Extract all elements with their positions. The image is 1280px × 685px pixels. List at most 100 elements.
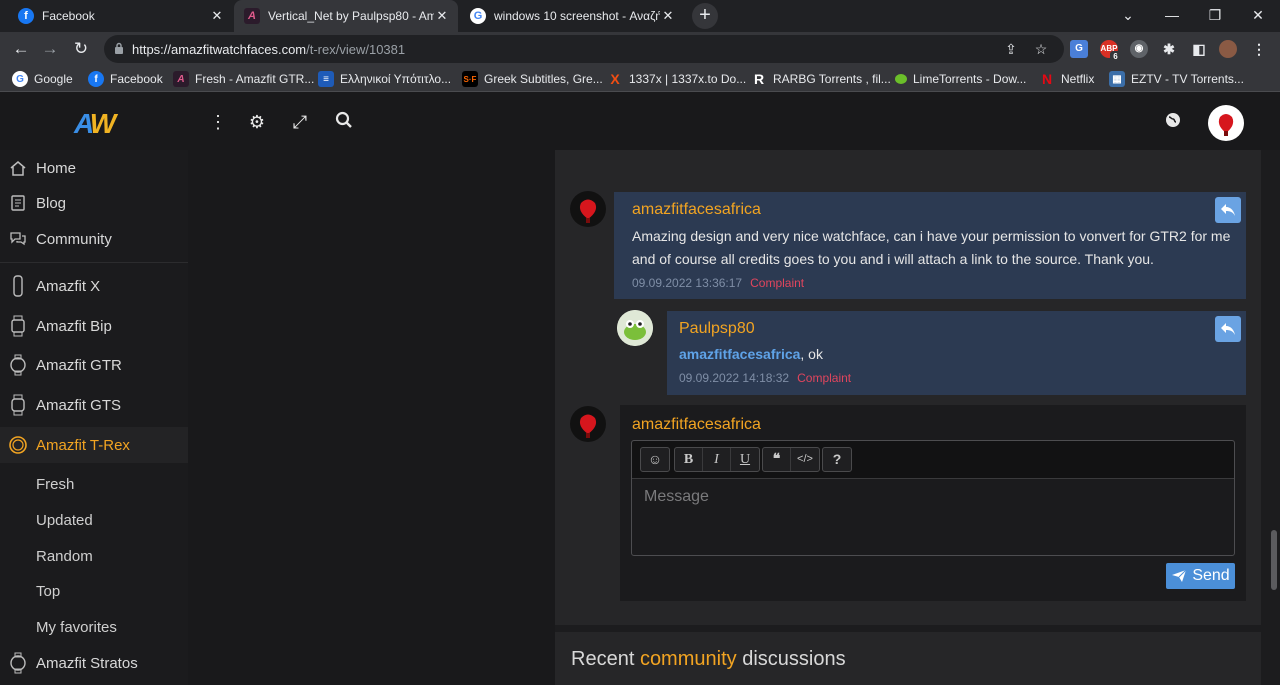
sidebar-subitem-top[interactable]: Top: [36, 583, 60, 600]
user-avatar[interactable]: [1208, 105, 1244, 141]
italic-icon[interactable]: I: [703, 448, 731, 471]
sidebar-item-home[interactable]: Home: [0, 150, 188, 186]
sidebar-item-amazfit-gts[interactable]: Amazfit GTS: [0, 387, 188, 423]
close-tab-icon[interactable]: ✕: [660, 8, 676, 24]
translate-extension-icon[interactable]: G: [1070, 40, 1088, 58]
sidebar-item-amazfit-stratos[interactable]: Amazfit Stratos: [0, 645, 188, 681]
code-icon[interactable]: </>: [791, 448, 819, 471]
new-tab-button[interactable]: +: [692, 3, 718, 29]
mention-link[interactable]: amazfitfacesafrica: [679, 346, 800, 362]
bold-icon[interactable]: B: [675, 448, 703, 471]
comment-meta: 09.09.2022 14:18:32 Complaint: [679, 371, 851, 385]
chrome-menu-icon[interactable]: ⋮: [1250, 40, 1268, 58]
bookmark-label: RARBG Torrents , fil...: [773, 72, 891, 86]
send-button[interactable]: Send: [1166, 563, 1235, 589]
tab-vertical-net[interactable]: A Vertical_Net by Paulpsp80 - Ama: ✕: [234, 0, 458, 32]
bookmark-label: 1337x | 1337x.to Do...: [629, 72, 747, 86]
sidebar-item-amazfit-t-rex[interactable]: Amazfit T-Rex: [0, 427, 188, 463]
bookmark-greek-subtitles[interactable]: ≡ Ελληνικοί Υπότιτλο...: [318, 70, 451, 88]
comment-author[interactable]: amazfitfacesafrica: [632, 201, 761, 219]
globe-icon[interactable]: [1162, 111, 1184, 133]
close-tab-icon[interactable]: ✕: [209, 8, 225, 24]
reply-button[interactable]: [1215, 197, 1241, 223]
more-vertical-icon[interactable]: ⋮: [207, 111, 229, 133]
sidebar-divider: [0, 262, 188, 263]
scroll-thumb[interactable]: [1271, 530, 1277, 590]
bookmark-netflix[interactable]: N Netflix: [1039, 70, 1094, 88]
site-logo[interactable]: AW: [74, 108, 116, 140]
address-bar[interactable]: https://amazfitwatchfaces.com/t-rex/view…: [104, 35, 1064, 63]
side-panel-icon[interactable]: ◧: [1190, 40, 1208, 58]
empty-column: [188, 150, 555, 685]
close-tab-icon[interactable]: ✕: [434, 8, 450, 24]
sidebar-item-amazfit-bip[interactable]: Amazfit Bip: [0, 308, 188, 344]
greek-flag-icon: ≡: [318, 71, 334, 87]
facebook-icon: f: [18, 8, 34, 24]
search-icon[interactable]: [333, 111, 355, 133]
tab-title: windows 10 screenshot - Αναζήτ: [494, 9, 660, 23]
sidebar-item-label: Amazfit Stratos: [36, 654, 138, 672]
tab-facebook[interactable]: f Facebook ✕: [8, 0, 233, 32]
sidebar-subitem-my-favorites[interactable]: My favorites: [36, 619, 117, 636]
sidebar-item-label: Amazfit T-Rex: [36, 436, 130, 454]
rarbg-icon: R: [753, 71, 765, 87]
back-icon[interactable]: ←: [8, 36, 34, 62]
quote-icon[interactable]: ❝: [763, 448, 791, 471]
share-icon[interactable]: ⇪: [1002, 40, 1020, 58]
sidebar-subitem-updated[interactable]: Updated: [36, 512, 93, 529]
bookmark-limetorrents[interactable]: LimeTorrents - Dow...: [895, 70, 1026, 88]
reload-icon[interactable]: ↻: [68, 36, 94, 62]
profile-avatar[interactable]: [1219, 40, 1237, 58]
bookmark-star-icon[interactable]: ☆: [1032, 40, 1050, 58]
editor-group-emoji: ☺: [640, 447, 670, 472]
bookmark-1337x[interactable]: X 1337x | 1337x.to Do...: [607, 70, 746, 88]
robot-extension-icon[interactable]: ◉: [1130, 40, 1148, 58]
bookmark-facebook[interactable]: f Facebook: [88, 70, 163, 88]
sidebar-item-amazfit-x[interactable]: Amazfit X: [0, 268, 188, 304]
fullscreen-icon[interactable]: ⤢: [289, 111, 311, 133]
recent-title-suffix: discussions: [736, 648, 846, 670]
comment-avatar[interactable]: [570, 191, 606, 227]
curved-watch-icon: [8, 275, 28, 297]
bookmark-label: EZTV - TV Torrents...: [1131, 72, 1244, 86]
current-user-avatar: [570, 406, 606, 442]
bookmarks-bar: G Google f Facebook A Fresh - Amazfit GTR..…: [0, 66, 1280, 92]
forward-icon[interactable]: →: [37, 36, 63, 62]
close-window-icon[interactable]: ✕: [1236, 0, 1280, 32]
sidebar-item-blog[interactable]: Blog: [0, 185, 188, 221]
sidebar-item-amazfit-gtr[interactable]: Amazfit GTR: [0, 347, 188, 383]
message-input[interactable]: [632, 480, 1234, 555]
bookmark-greek-subtitles-2[interactable]: S·F Greek Subtitles, Gre...: [462, 70, 603, 88]
tab-windows-screenshot[interactable]: G windows 10 screenshot - Αναζήτ ✕: [460, 0, 684, 32]
help-icon[interactable]: ?: [823, 448, 851, 471]
comment-author[interactable]: Paulpsp80: [679, 320, 755, 338]
sidebar-subitem-fresh[interactable]: Fresh: [36, 476, 74, 493]
underline-icon[interactable]: U: [731, 448, 759, 471]
sidebar-subitem-random[interactable]: Random: [36, 548, 93, 565]
complaint-link[interactable]: Complaint: [750, 276, 804, 290]
bookmark-rarbg[interactable]: R RARBG Torrents , fil...: [751, 70, 891, 88]
complaint-link[interactable]: Complaint: [797, 371, 851, 385]
minimize-icon[interactable]: —: [1150, 0, 1194, 32]
bookmark-label: Facebook: [110, 72, 163, 86]
emoji-icon[interactable]: ☺: [641, 448, 669, 471]
eztv-icon: ▦: [1109, 71, 1125, 87]
recent-title-prefix: Recent: [571, 648, 640, 670]
comment-avatar[interactable]: [617, 310, 653, 346]
tab-search-icon[interactable]: ⌄: [1106, 0, 1150, 32]
bookmark-google[interactable]: G Google: [12, 70, 73, 88]
page-scrollbar[interactable]: [1268, 150, 1280, 685]
restore-icon[interactable]: ❐: [1193, 0, 1237, 32]
bookmark-fresh-amazfit[interactable]: A Fresh - Amazfit GTR...: [173, 70, 314, 88]
gear-icon[interactable]: ⚙: [246, 111, 268, 133]
bookmark-eztv[interactable]: ▦ EZTV - TV Torrents...: [1109, 70, 1244, 88]
comment-text: Amazing design and very nice watchface, …: [632, 228, 1231, 267]
comment-text: amazfitfacesafrica, ok: [679, 343, 1219, 366]
bookmark-label: Greek Subtitles, Gre...: [484, 72, 603, 86]
netflix-icon: N: [1041, 71, 1053, 87]
sidebar-item-label: Blog: [36, 194, 67, 212]
reply-button[interactable]: [1215, 316, 1241, 342]
editor-group-format: B I U: [674, 447, 760, 472]
extensions-puzzle-icon[interactable]: ✱: [1160, 40, 1178, 58]
sidebar-item-community[interactable]: Community: [0, 221, 188, 257]
